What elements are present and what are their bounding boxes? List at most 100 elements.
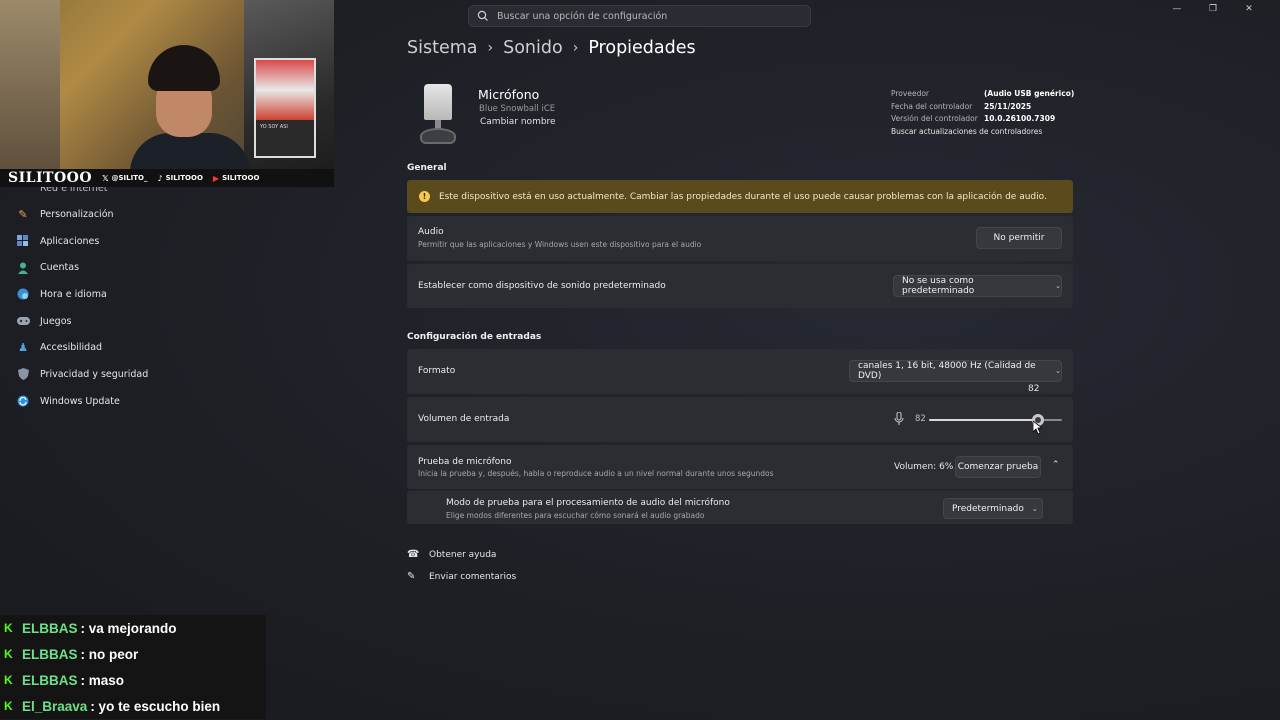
sidebar-item-label: Windows Update bbox=[40, 395, 120, 407]
device-name: Micrófono bbox=[478, 87, 540, 102]
chat-message: K ELBBAS : no peor bbox=[0, 641, 266, 667]
get-help-label: Obtener ayuda bbox=[429, 549, 497, 560]
volume-tooltip: 82 bbox=[1028, 384, 1040, 394]
update-icon bbox=[16, 394, 30, 408]
test-mode-description: Elige modos diferentes para escuchar cóm… bbox=[446, 511, 705, 520]
person-icon bbox=[16, 261, 30, 275]
input-volume-slider[interactable] bbox=[929, 414, 1062, 426]
disallow-button[interactable]: No permitir bbox=[976, 227, 1062, 249]
accessibility-icon: ♟ bbox=[18, 341, 28, 355]
breadcrumb-sound[interactable]: Sonido bbox=[503, 38, 563, 58]
default-device-value: No se usa como predeterminado bbox=[902, 276, 975, 296]
streamer-hair bbox=[148, 45, 220, 91]
tiktok-icon: ♪ bbox=[157, 173, 163, 183]
sidebar-item-time-language[interactable]: Hora e idioma bbox=[16, 281, 256, 308]
warning-text: Este dispositivo está en uso actualmente… bbox=[439, 191, 1047, 202]
input-volume-card: Volumen de entrada 82 bbox=[407, 397, 1073, 442]
kick-icon: K bbox=[4, 621, 13, 635]
social-tiktok: ♪ SILITOOO bbox=[157, 173, 203, 183]
sidebar-item-label: Hora e idioma bbox=[40, 288, 107, 300]
window-controls: — ❐ ✕ bbox=[1172, 4, 1254, 14]
sidebar-item-windows-update[interactable]: Windows Update bbox=[16, 388, 256, 415]
driver-date-label: Fecha del controlador bbox=[891, 101, 973, 111]
chevron-down-icon: ⌄ bbox=[1031, 504, 1038, 513]
x-icon: 𝕏 bbox=[102, 173, 109, 183]
start-test-button[interactable]: Comenzar prueba bbox=[955, 456, 1041, 478]
breadcrumb-system[interactable]: Sistema bbox=[407, 38, 478, 58]
mouse-cursor-icon bbox=[1033, 421, 1042, 435]
chevron-up-icon[interactable]: ⌃ bbox=[1052, 460, 1060, 470]
driver-version-label: Versión del controlador bbox=[891, 114, 978, 124]
sidebar-item-accessibility[interactable]: ♟ Accesibilidad bbox=[16, 334, 256, 361]
format-value: canales 1, 16 bit, 48000 Hz (Calidad de … bbox=[858, 361, 1036, 381]
section-general-title: General bbox=[407, 163, 447, 173]
mic-test-card: Prueba de micrófono Inicia la prueba y, … bbox=[407, 445, 1073, 489]
poster-text: YO SOY ASI bbox=[260, 124, 288, 130]
input-volume-value: 82 bbox=[915, 414, 926, 424]
rename-link[interactable]: Cambiar nombre bbox=[480, 117, 556, 127]
page-title: Propiedades bbox=[588, 38, 696, 58]
format-card: Formato canales 1, 16 bit, 48000 Hz (Cal… bbox=[407, 349, 1073, 394]
chat-username: ELBBAS bbox=[22, 672, 78, 688]
webcam-background-wall bbox=[0, 0, 60, 187]
driver-update-link[interactable]: Buscar actualizaciones de controladores bbox=[891, 126, 1042, 139]
chat-message: K ELBBAS : maso bbox=[0, 667, 266, 693]
audio-description: Permitir que las aplicaciones y Windows … bbox=[418, 240, 702, 249]
test-mode-value: Predeterminado bbox=[952, 503, 1024, 514]
stream-banner: SILITOOO 𝕏 @SILITO_ ♪ SILITOOO ▶ SILITOOO bbox=[0, 169, 334, 187]
stream-brand: SILITOOO bbox=[8, 170, 93, 186]
sidebar-item-privacy[interactable]: Privacidad y seguridad bbox=[16, 361, 256, 388]
sidebar: Red e internet ✎ Personalización Aplicac… bbox=[16, 180, 256, 415]
close-icon[interactable]: ✕ bbox=[1244, 4, 1254, 14]
chat-overlay: K ELBBAS : va mejorando K ELBBAS : no pe… bbox=[0, 615, 266, 719]
send-feedback-label: Enviar comentarios bbox=[429, 571, 517, 582]
chat-text: : yo te escucho bien bbox=[90, 698, 221, 714]
provider-value: (Audio USB genérico) bbox=[984, 89, 1075, 98]
kick-icon: K bbox=[4, 647, 13, 661]
globe-clock-icon bbox=[16, 287, 30, 301]
streamer bbox=[130, 45, 250, 187]
poster-art bbox=[256, 60, 314, 120]
chat-username: El_Braava bbox=[22, 698, 88, 714]
chevron-right-icon: › bbox=[487, 40, 494, 56]
microphone-small-icon bbox=[894, 412, 904, 425]
help-chat-icon: ☎ bbox=[407, 549, 420, 560]
default-device-dropdown[interactable]: No se usa como predeterminado ⌄ bbox=[893, 275, 1062, 297]
feedback-icon: ✎ bbox=[407, 571, 416, 582]
format-dropdown[interactable]: canales 1, 16 bit, 48000 Hz (Calidad de … bbox=[849, 360, 1062, 382]
sidebar-item-personalization[interactable]: ✎ Personalización bbox=[16, 201, 256, 228]
mic-test-volume: Volumen: 6% bbox=[894, 462, 954, 472]
sidebar-item-apps[interactable]: Aplicaciones bbox=[16, 228, 256, 255]
chat-text: : va mejorando bbox=[80, 620, 177, 636]
chat-username: ELBBAS bbox=[22, 646, 78, 662]
mic-test-label: Prueba de micrófono bbox=[418, 457, 512, 467]
slider-fill bbox=[929, 419, 1039, 421]
sidebar-item-gaming[interactable]: Juegos bbox=[16, 308, 256, 335]
provider-label: Proveedor bbox=[891, 89, 929, 98]
driver-properties: Proveedor (Audio USB genérico) Fecha del … bbox=[891, 88, 1074, 138]
default-device-label: Establecer como dispositivo de sonido pr… bbox=[418, 281, 666, 291]
shield-icon bbox=[16, 367, 30, 381]
chevron-down-icon: ⌄ bbox=[1055, 367, 1061, 375]
test-mode-label: Modo de prueba para el procesamiento de … bbox=[446, 498, 730, 508]
social-youtube: ▶ SILITOOO bbox=[212, 173, 260, 183]
test-mode-dropdown[interactable]: Predeterminado ⌄ bbox=[943, 498, 1043, 519]
chevron-down-icon: ⌄ bbox=[1055, 282, 1061, 290]
breadcrumb: Sistema › Sonido › Propiedades bbox=[407, 38, 696, 58]
maximize-icon[interactable]: ❐ bbox=[1208, 4, 1218, 14]
webcam-poster: YO SOY ASI bbox=[254, 58, 316, 158]
minimize-icon[interactable]: — bbox=[1172, 4, 1182, 14]
kick-icon: K bbox=[4, 699, 13, 713]
test-mode-card: Modo de prueba para el procesamiento de … bbox=[407, 490, 1073, 524]
sidebar-item-accounts[interactable]: Cuentas bbox=[16, 254, 256, 281]
chevron-right-icon: › bbox=[572, 40, 579, 56]
sidebar-item-label: Aplicaciones bbox=[40, 235, 100, 247]
get-help-link[interactable]: ☎ Obtener ayuda bbox=[407, 549, 496, 560]
driver-version-value: 10.0.26100.7309 bbox=[984, 114, 1056, 124]
warning-icon: ! bbox=[419, 191, 430, 202]
microphone-icon bbox=[418, 84, 458, 144]
search-input[interactable]: Buscar una opción de configuración bbox=[468, 5, 811, 27]
sidebar-item-label: Accesibilidad bbox=[40, 342, 103, 354]
section-input-title: Configuración de entradas bbox=[407, 332, 542, 342]
send-feedback-link[interactable]: ✎ Enviar comentarios bbox=[407, 571, 516, 582]
